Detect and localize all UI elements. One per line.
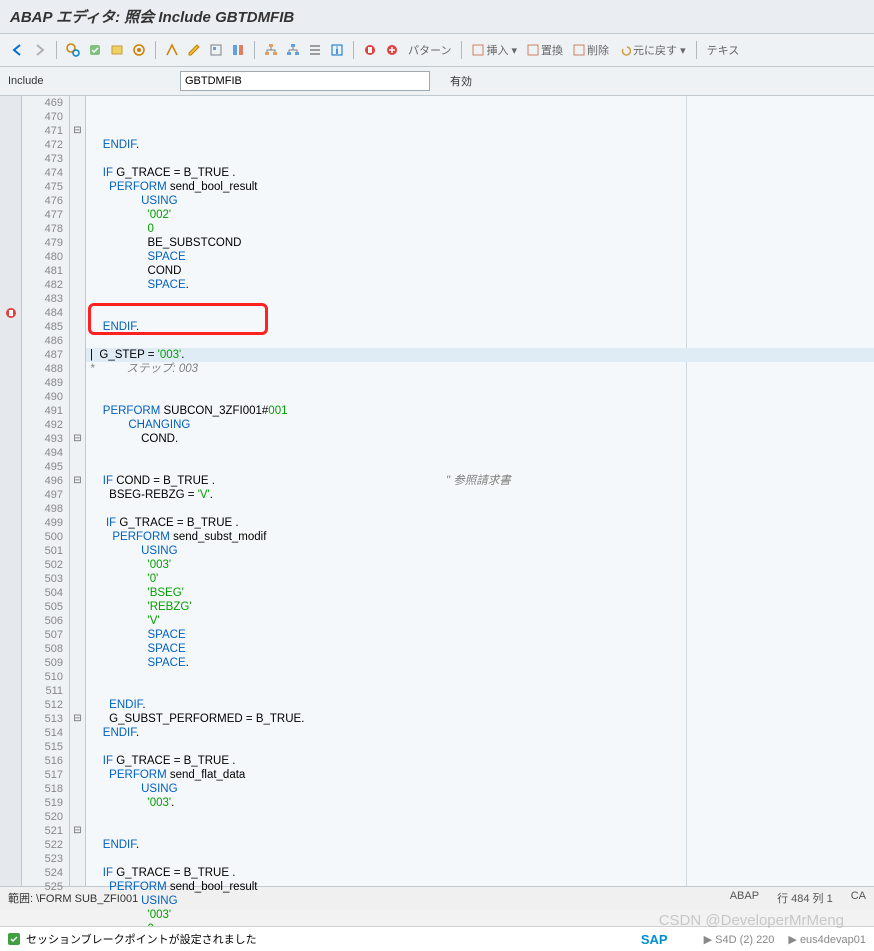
- hierarchy2-icon[interactable]: [283, 40, 303, 60]
- toolbar: i パターン 挿入 ▾ 置換 削除 元に戻す ▾ テキス: [0, 34, 874, 67]
- replace-button[interactable]: 置換: [523, 42, 567, 58]
- include-bar: Include 有効: [0, 67, 874, 96]
- check-icon[interactable]: [85, 40, 105, 60]
- undo-button[interactable]: 元に戻す ▾: [615, 42, 690, 58]
- test-icon[interactable]: [129, 40, 149, 60]
- hierarchy-icon[interactable]: [261, 40, 281, 60]
- code-area[interactable]: ENDIF. IF G_TRACE = B_TRUE . PERFORM sen…: [86, 96, 874, 886]
- svg-text:i: i: [336, 46, 339, 57]
- enhance-icon[interactable]: [228, 40, 248, 60]
- window-title: ABAP エディタ: 照会 Include GBTDMFIB: [0, 0, 874, 34]
- activate-icon[interactable]: [107, 40, 127, 60]
- status-client: ▶ S4D (2) 220: [704, 933, 775, 946]
- edit-icon[interactable]: [184, 40, 204, 60]
- other-obj-icon[interactable]: [206, 40, 226, 60]
- delete-button[interactable]: 削除: [569, 42, 613, 58]
- insert-button[interactable]: 挿入 ▾: [468, 42, 521, 58]
- forward-icon[interactable]: [30, 40, 50, 60]
- display-icon[interactable]: [63, 40, 83, 60]
- code-editor[interactable]: 4694704714724734744754764774784794804814…: [0, 96, 874, 886]
- fold-gutter[interactable]: ⊟⊟⊟⊟⊟: [70, 96, 86, 886]
- back-icon[interactable]: [8, 40, 28, 60]
- sap-logo: SAP: [641, 932, 668, 947]
- list-icon[interactable]: [305, 40, 325, 60]
- breakpoint-set-icon[interactable]: [360, 40, 380, 60]
- line-numbers: 4694704714724734744754764774784794804814…: [22, 96, 70, 886]
- success-icon: [8, 933, 20, 945]
- breakpoint-gutter[interactable]: [0, 96, 22, 886]
- status-message: セッションブレークポイントが設定されました: [26, 931, 257, 947]
- pattern-button[interactable]: パターン: [404, 42, 455, 58]
- text-button[interactable]: テキス: [703, 42, 744, 58]
- info-icon[interactable]: i: [327, 40, 347, 60]
- status-server: ▶ eus4devap01: [788, 933, 866, 946]
- where-used-icon[interactable]: [162, 40, 182, 60]
- include-status: 有効: [450, 73, 472, 89]
- include-label: Include: [8, 75, 168, 87]
- breakpoint-ext-icon[interactable]: [382, 40, 402, 60]
- include-input[interactable]: [180, 71, 430, 91]
- status-bar: セッションブレークポイントが設定されました SAP ▶ S4D (2) 220 …: [0, 926, 874, 951]
